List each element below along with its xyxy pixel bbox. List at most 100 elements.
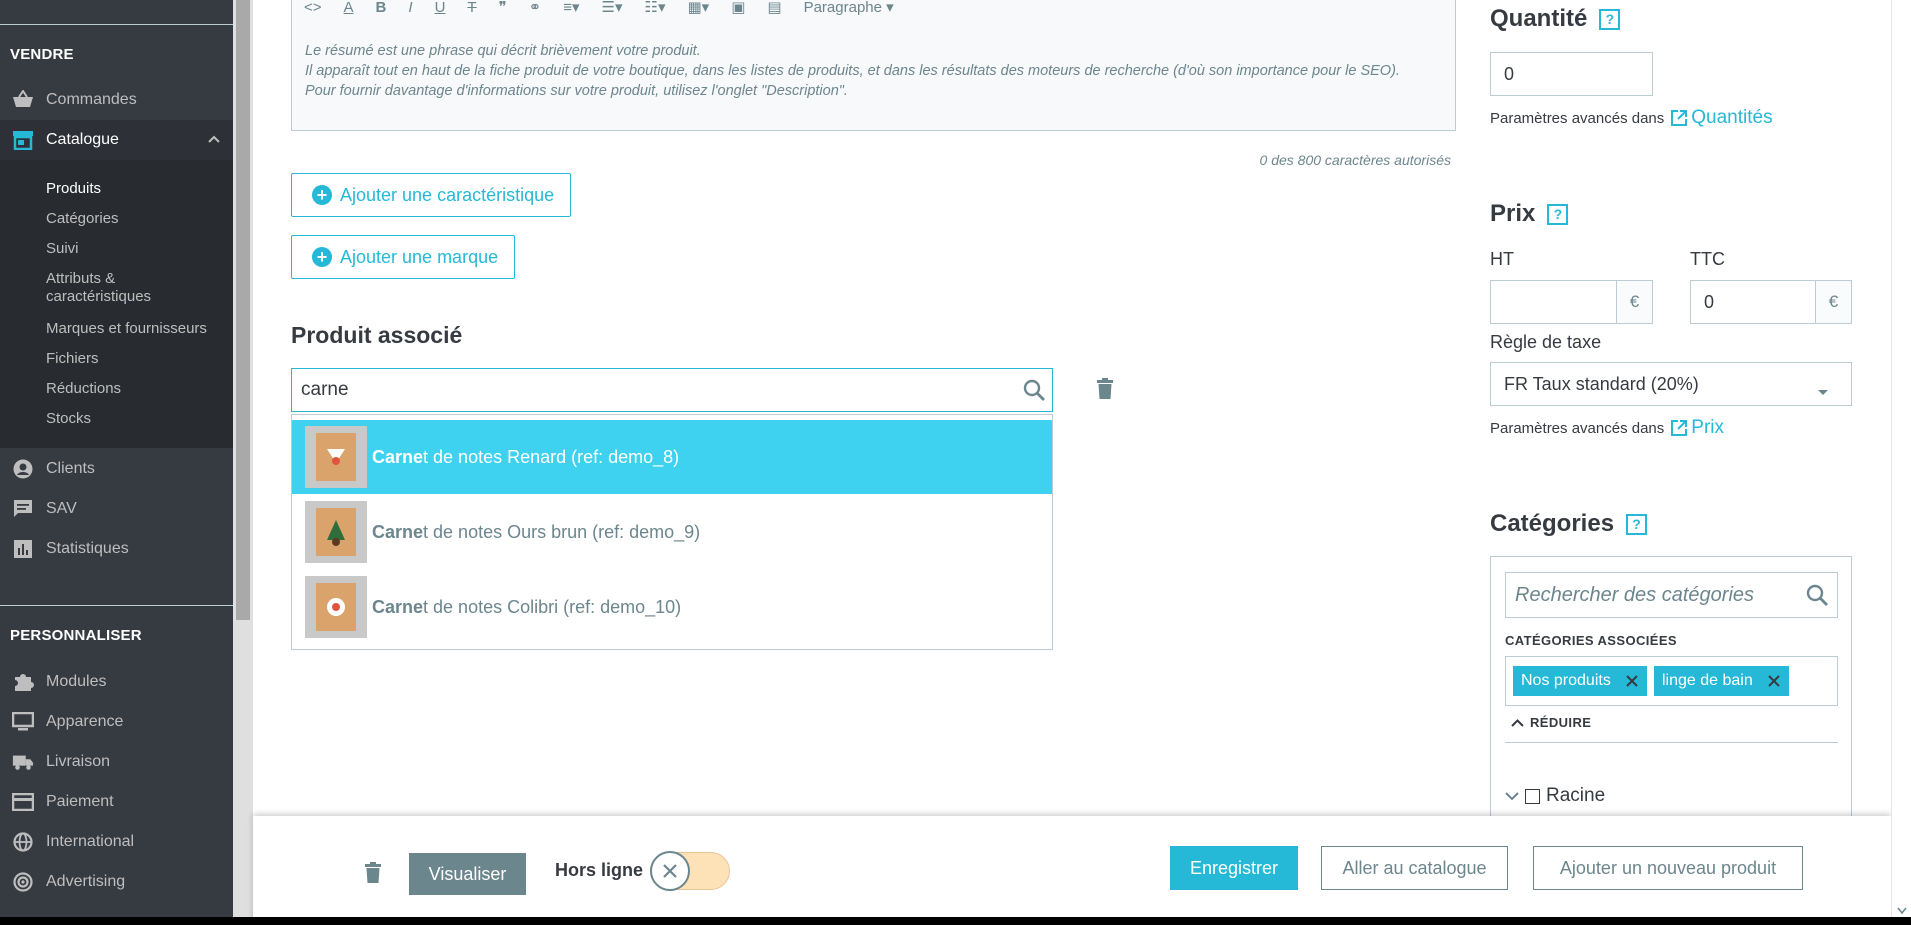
monitor-icon: [12, 711, 34, 733]
result-match: Carne: [372, 446, 424, 467]
price-title: Prix ?: [1490, 200, 1569, 228]
sidebar-sub-files[interactable]: Fichiers: [46, 350, 99, 368]
online-toggle[interactable]: [650, 851, 730, 891]
strikethrough-icon[interactable]: T: [467, 0, 476, 16]
quantities-link-text: Quantités: [1691, 107, 1773, 128]
sidebar-item-shipping[interactable]: Livraison: [0, 742, 233, 782]
quantities-link[interactable]: Quantités: [1670, 107, 1773, 129]
sidebar-item-orders[interactable]: Commandes: [0, 80, 233, 120]
sidebar-item-appearance[interactable]: Apparence: [0, 702, 233, 742]
result-item[interactable]: Carne t de notes Renard (ref: demo_8): [292, 420, 1052, 494]
cart-icon: [12, 89, 34, 111]
sidebar-item-international[interactable]: International: [0, 822, 233, 862]
category-search-input[interactable]: Rechercher des catégories: [1505, 572, 1838, 618]
search-icon[interactable]: [1022, 378, 1046, 408]
sidebar-sub-stocks[interactable]: Stocks: [46, 410, 91, 428]
category-checkbox[interactable]: [1525, 788, 1540, 804]
close-icon[interactable]: [1625, 674, 1639, 688]
go-to-catalog-button[interactable]: Aller au catalogue: [1321, 846, 1508, 890]
sidebar-sub-monitoring[interactable]: Suivi: [46, 240, 79, 258]
char-count: 0 des 800 caractères autorisés: [1259, 152, 1451, 168]
align-icon[interactable]: ≡▾: [563, 0, 579, 16]
sidebar-item-stats[interactable]: Statistiques: [0, 529, 233, 569]
add-feature-button[interactable]: + Ajouter une caractéristique: [291, 173, 572, 217]
offline-label: Hors ligne: [555, 860, 644, 880]
scrollbar-thumb[interactable]: [236, 0, 250, 620]
media-icon[interactable]: ▤: [767, 0, 781, 16]
save-button[interactable]: Enregistrer: [1170, 846, 1298, 890]
truck-icon: [12, 751, 34, 773]
format-select[interactable]: Paragraphe ▾: [804, 0, 894, 16]
quantity-value: 0: [1504, 63, 1515, 84]
price-title-text: Prix: [1490, 200, 1536, 227]
ht-label: HT: [1490, 249, 1514, 269]
category-tag-label: Nos produits: [1521, 672, 1611, 689]
sidebar-item-customers[interactable]: Clients: [0, 449, 233, 489]
price-link-text: Prix: [1691, 417, 1724, 438]
help-icon[interactable]: ?: [1599, 8, 1621, 30]
page-scrollbar[interactable]: [1891, 0, 1911, 917]
category-tree-root[interactable]: Racine: [1505, 785, 1605, 807]
quantity-advanced: Paramètres avancés dans Quantités: [1490, 107, 1773, 129]
italic-icon[interactable]: I: [408, 0, 412, 16]
result-rest: t de notes Colibri (ref: demo_10): [423, 596, 682, 617]
plus-circle-icon: +: [312, 247, 332, 267]
sidebar-item-label: Statistiques: [46, 540, 129, 557]
price-ttc-input[interactable]: 0 €: [1690, 280, 1852, 324]
currency-addon: €: [1616, 281, 1652, 323]
help-icon[interactable]: ?: [1626, 513, 1648, 535]
close-icon[interactable]: [1767, 674, 1781, 688]
help-icon[interactable]: ?: [1547, 203, 1569, 225]
code-icon[interactable]: <>: [304, 0, 322, 16]
associated-product-search-input[interactable]: carne: [291, 368, 1053, 412]
trash-icon[interactable]: [1095, 378, 1115, 404]
price-advanced: Paramètres avancés dans Prix: [1490, 417, 1724, 439]
sidebar-item-label: Apparence: [46, 713, 124, 730]
link-icon[interactable]: ⚭: [529, 0, 542, 16]
sidebar-item-advertising[interactable]: Advertising: [0, 862, 233, 902]
bold-icon[interactable]: B: [376, 0, 387, 16]
categories-title: Catégories ?: [1490, 510, 1648, 538]
result-item[interactable]: Carne t de notes Colibri (ref: demo_10): [292, 570, 1052, 644]
editor-toolbar: <> A B I U T ❞ ⚭ ≡▾ ☰▾ ☷▾ ▦▾ ▣ ▤ Paragra…: [292, 0, 1455, 17]
sidebar-sub-attributes-line2: caractéristiques: [46, 288, 152, 305]
add-brand-button[interactable]: + Ajouter une marque: [291, 235, 516, 279]
bar-chart-icon: [12, 538, 34, 560]
sidebar-sub-brands[interactable]: Marques et fournisseurs: [46, 320, 207, 338]
store-icon: [12, 129, 34, 151]
sidebar-item-catalog[interactable]: Catalogue: [0, 120, 233, 160]
sidebar-divider: [0, 605, 233, 606]
trash-icon[interactable]: [363, 862, 383, 888]
sidebar-item-payment[interactable]: Paiement: [0, 782, 233, 822]
tax-rule-select[interactable]: FR Taux standard (20%): [1490, 362, 1852, 406]
search-icon[interactable]: [1805, 583, 1829, 613]
price-ht-input[interactable]: €: [1490, 280, 1653, 324]
table-icon[interactable]: ▦▾: [688, 0, 710, 16]
collapse-categories-button[interactable]: RÉDUIRE: [1511, 715, 1591, 730]
bullet-list-icon[interactable]: ☰▾: [602, 0, 623, 16]
divider: [1505, 742, 1838, 743]
chevron-down-icon[interactable]: [1505, 791, 1519, 801]
sidebar-item-modules[interactable]: Modules: [0, 662, 233, 702]
result-item[interactable]: Carne t de notes Ours brun (ref: demo_9): [292, 495, 1052, 569]
quote-icon[interactable]: ❞: [499, 0, 507, 16]
summary-editor[interactable]: <> A B I U T ❞ ⚭ ≡▾ ☰▾ ☷▾ ▦▾ ▣ ▤ Paragra…: [291, 0, 1456, 131]
price-link[interactable]: Prix: [1670, 417, 1724, 439]
quantity-input[interactable]: 0: [1490, 52, 1653, 96]
sidebar-scrollbar[interactable]: [233, 0, 253, 925]
sidebar-section-customize: PERSONNALISER: [10, 627, 142, 644]
add-new-product-button[interactable]: Ajouter un nouveau produit: [1533, 846, 1803, 890]
underline-icon[interactable]: U: [435, 0, 446, 16]
preview-button[interactable]: Visualiser: [409, 853, 526, 895]
numbered-list-icon[interactable]: ☷▾: [645, 0, 666, 16]
quantity-title: Quantité ?: [1490, 5, 1621, 33]
sidebar-sub-products[interactable]: Produits: [46, 180, 101, 198]
sidebar-sub-attributes[interactable]: Attributs & caractéristiques: [46, 270, 151, 306]
sidebar-item-sav[interactable]: SAV: [0, 489, 233, 529]
sidebar-sub-discounts[interactable]: Réductions: [46, 380, 121, 398]
image-icon[interactable]: ▣: [731, 0, 745, 16]
text-color-icon[interactable]: A: [344, 0, 354, 16]
sidebar-sub-categories[interactable]: Catégories: [46, 210, 119, 228]
add-feature-label: Ajouter une caractéristique: [340, 184, 555, 205]
tax-rule-value: FR Taux standard (20%): [1504, 373, 1699, 394]
